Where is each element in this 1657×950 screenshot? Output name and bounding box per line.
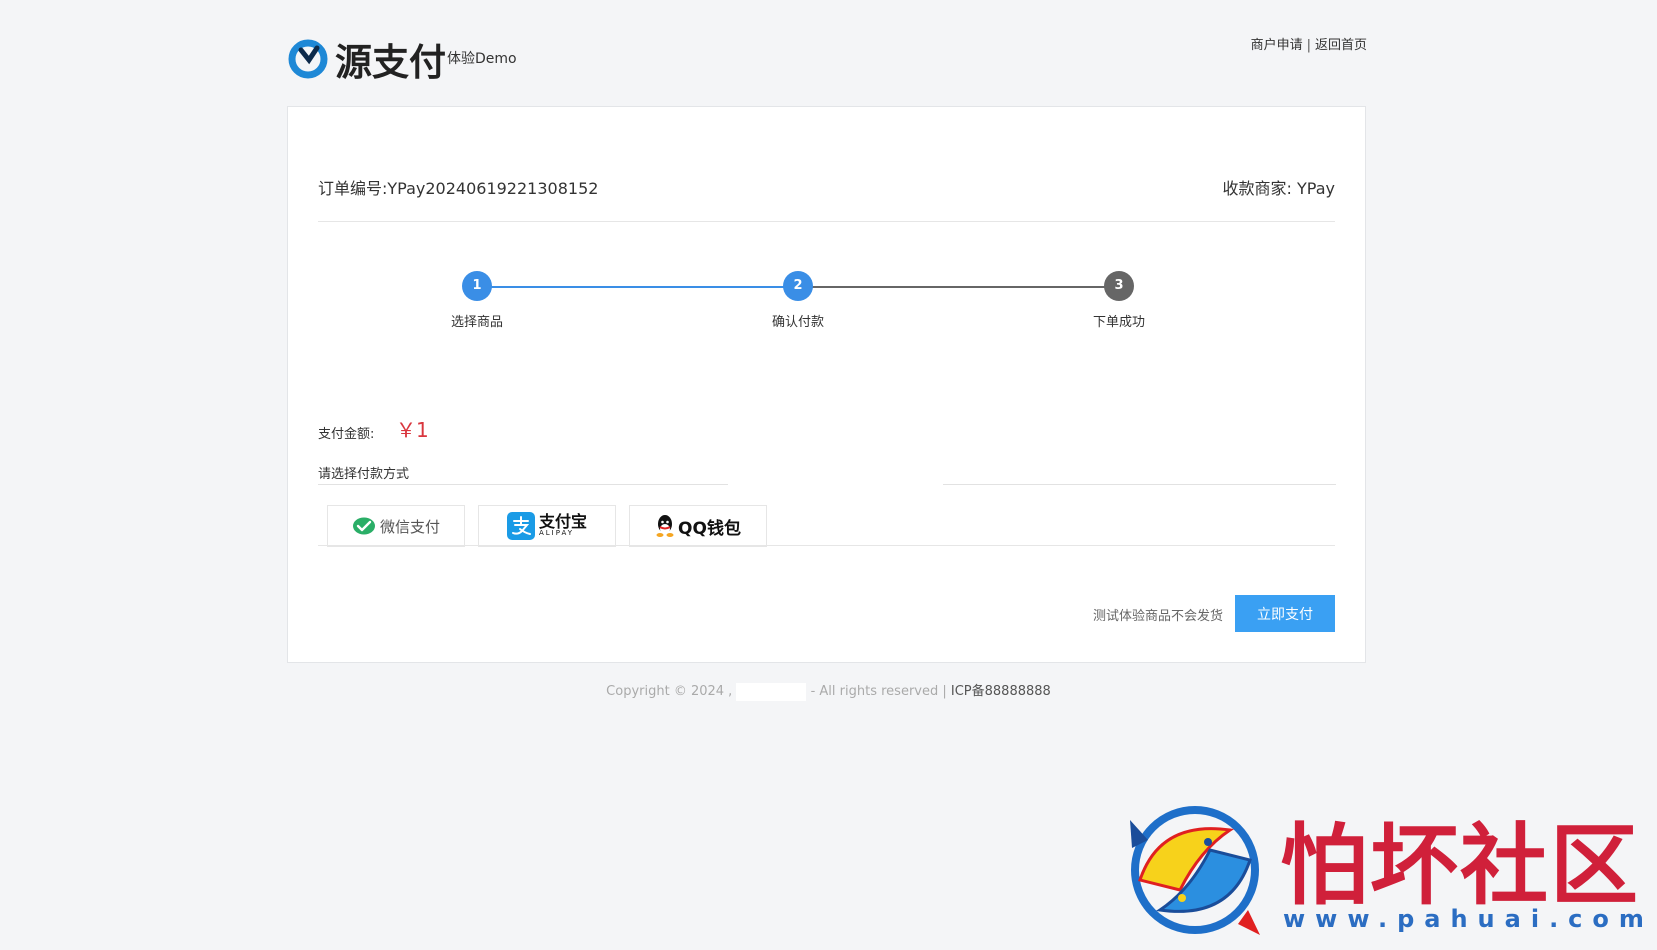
order-number: 订单编号:YPay20240619221308152	[318, 179, 599, 198]
divider	[318, 484, 728, 485]
merchant-name: 收款商家: YPay	[1222, 179, 1335, 198]
wechat-pay-option[interactable]: 微信支付	[327, 505, 465, 547]
pay-now-button[interactable]: 立即支付	[1235, 595, 1335, 632]
top-links: 商户申请 | 返回首页	[1251, 34, 1367, 53]
divider	[943, 484, 1336, 485]
divider	[318, 221, 1335, 222]
watermark-text: 怕坏社区	[1280, 813, 1641, 917]
amount-value: ￥1	[396, 418, 429, 442]
rights-text: - All rights reserved |	[810, 684, 947, 699]
brand-logo-text: 源支付	[335, 41, 446, 84]
brand-subtitle: 体验Demo	[447, 51, 517, 67]
brand-logo[interactable]: 源支付	[287, 32, 446, 86]
watermark-url: www.pahuai.com	[1283, 905, 1654, 933]
qq-wallet-option[interactable]: QQ钱包	[629, 505, 767, 547]
alipay-label: 支付宝	[538, 512, 587, 531]
order-card: 订单编号:YPay20240619221308152 收款商家: YPay 1 …	[287, 106, 1366, 663]
brand-logo-icon	[288, 39, 328, 79]
test-note: 测试体验商品不会发货	[1092, 609, 1223, 624]
step-connector-2	[798, 286, 1119, 288]
copyright-text: Copyright © 2024 ,	[606, 684, 733, 699]
wechat-icon	[352, 517, 375, 535]
qq-wallet-label: QQ钱包	[678, 518, 741, 539]
back-home-link[interactable]: 返回首页	[1315, 38, 1367, 53]
page-header: 源支付 体验Demo 商户申请 | 返回首页	[287, 28, 1367, 88]
page-footer: Copyright © 2024 , - All rights reserved…	[0, 680, 1657, 701]
step-3-circle: 3	[1104, 271, 1134, 301]
step-3-label: 下单成功	[1092, 315, 1145, 330]
fish-logo-icon	[1130, 806, 1260, 935]
step-1-label: 选择商品	[450, 315, 503, 330]
divider	[318, 545, 1335, 546]
amount-label: 支付金额:	[318, 427, 375, 442]
alipay-icon	[506, 512, 535, 540]
wechat-pay-label: 微信支付	[379, 517, 440, 536]
payment-method-label: 请选择付款方式	[318, 467, 410, 482]
merchant-apply-link[interactable]: 商户申请	[1251, 38, 1303, 53]
step-2-label: 确认付款	[771, 315, 824, 330]
icp-link[interactable]: ICP备88888888	[951, 684, 1051, 699]
alipay-option[interactable]: 支付宝 ALIPAY	[478, 505, 616, 547]
alipay-sublabel: ALIPAY	[538, 529, 575, 537]
step-2-circle: 2	[783, 271, 813, 301]
step-1-circle: 1	[462, 271, 492, 301]
step-connector-1	[477, 286, 798, 288]
qq-icon	[656, 515, 674, 537]
link-separator: |	[1306, 38, 1311, 53]
blank-site-name	[736, 682, 807, 701]
progress-steps: 1 选择商品 2 确认付款 3 下单成功	[288, 265, 1365, 335]
watermark: 怕坏社区 www.pahuai.com	[1115, 795, 1655, 945]
